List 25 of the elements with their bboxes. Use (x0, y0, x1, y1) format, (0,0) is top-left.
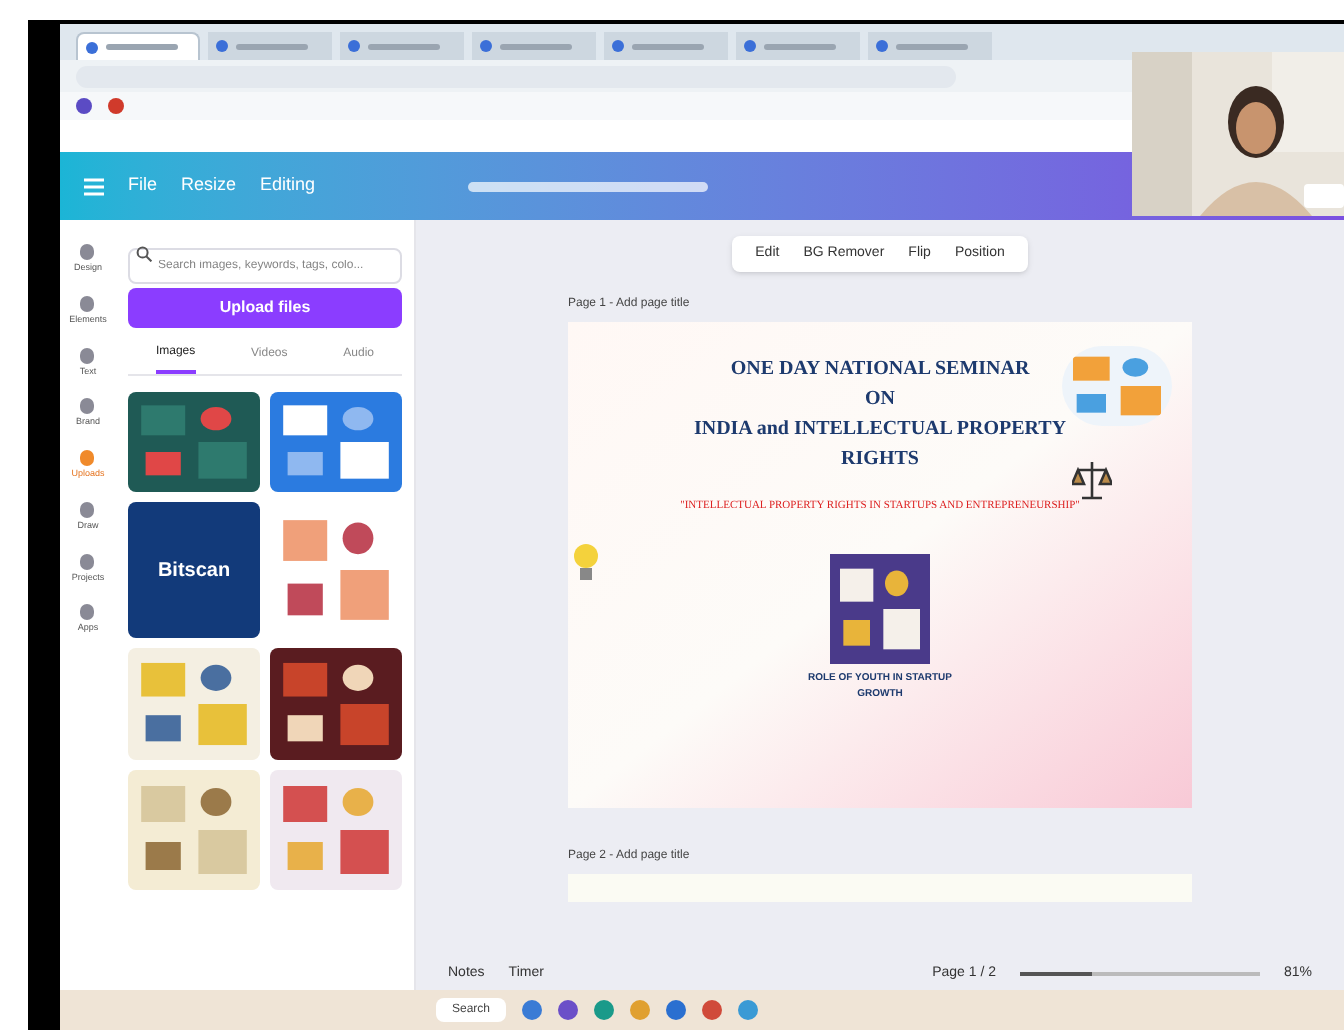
taskbar-app-icon[interactable] (558, 1000, 579, 1020)
logo-tile[interactable]: Bitscan (128, 502, 260, 638)
taskbar-app-icon[interactable] (666, 1000, 687, 1020)
design-title[interactable] (467, 181, 708, 191)
logo-text: Bitscan (157, 557, 231, 585)
browser-tab[interactable] (472, 32, 596, 60)
menu-icon[interactable] (84, 177, 104, 195)
browser-tab[interactable] (208, 32, 332, 60)
slide-title: ONE DAY NATIONAL SEMINAR (730, 356, 1030, 384)
taskbar-app-icon[interactable] (522, 1000, 543, 1020)
slide-title: INDIA and INTELLECTUAL PROPERTY (693, 416, 1067, 444)
slide-title: RIGHTS (841, 446, 919, 474)
taskbar-app-icon[interactable] (594, 1000, 615, 1020)
browser-tab[interactable] (604, 32, 728, 60)
browser-tab[interactable] (76, 32, 200, 60)
upload-button[interactable]: Upload files (128, 288, 402, 328)
lightbulb-icon (572, 542, 600, 582)
taskbar-app-icon[interactable] (738, 1000, 759, 1020)
scales-icon (1072, 458, 1112, 502)
browser-tab[interactable] (736, 32, 860, 60)
search-icon (136, 246, 152, 262)
browser-tab[interactable] (868, 32, 992, 60)
slide-title: ON (865, 386, 895, 414)
taskbar-app-icon[interactable] (702, 1000, 723, 1020)
browser-tab[interactable] (340, 32, 464, 60)
